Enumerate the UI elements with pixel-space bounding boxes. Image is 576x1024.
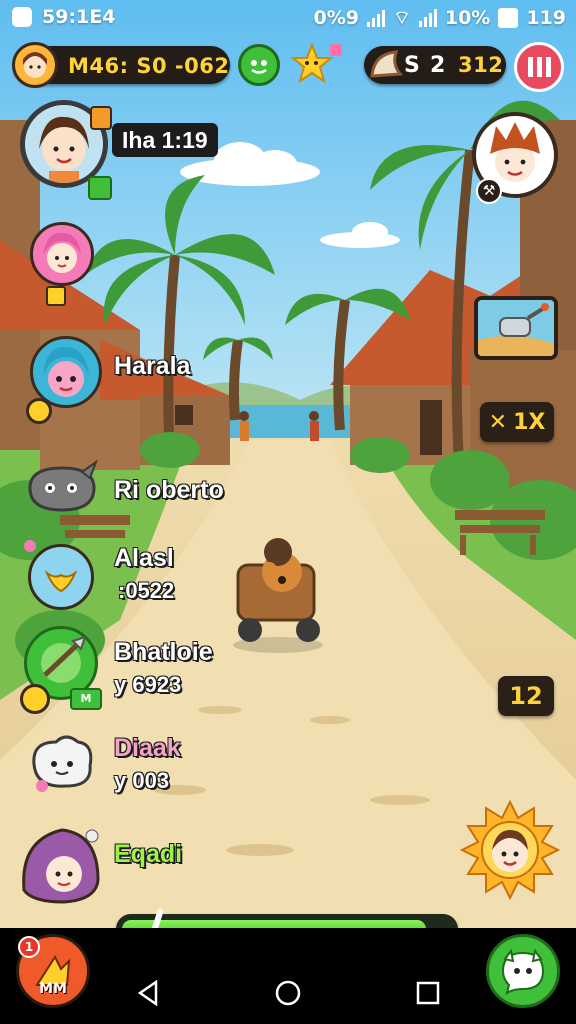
roster-sub-5: y 003	[114, 768, 170, 793]
signal-icon	[366, 9, 385, 27]
roster-count-badge-5: M	[70, 688, 102, 710]
chat-button[interactable]	[486, 934, 560, 1008]
sun-character-button[interactable]	[459, 799, 561, 901]
resource-c: 312	[458, 53, 504, 77]
roster-avatar-1[interactable]	[30, 222, 94, 286]
roster-sub-3: :0522	[118, 578, 175, 603]
left-button-badge: 1	[18, 936, 40, 958]
app-notification-icon	[12, 7, 32, 27]
rival-tools-badge: ⚒	[476, 178, 502, 204]
tool-counter[interactable]: ✕ 1X	[480, 402, 554, 442]
shell-icon	[368, 48, 404, 86]
resource-counter[interactable]: S 2 312	[364, 46, 506, 84]
coin-icon	[20, 684, 50, 714]
resource-b: 2	[430, 53, 446, 78]
coin-amount: M46: S0 -062	[68, 54, 230, 78]
left-button-label: MM	[39, 981, 67, 997]
roster-sub-4: y 6923	[114, 672, 182, 697]
status-bar: 59:1E4 0%9 ⌔ 10% 119	[0, 0, 576, 36]
pause-icon	[527, 57, 551, 77]
coin-icon	[26, 398, 52, 424]
player-name-plate: Iha 1:19	[112, 123, 218, 157]
item-card-spray[interactable]	[474, 296, 558, 360]
roster-name-2: Ri oberto	[114, 476, 225, 505]
battery-icon	[498, 8, 519, 28]
player-badge	[90, 106, 112, 130]
level-value: 12	[509, 682, 543, 710]
tool-count: 1X	[513, 409, 546, 435]
roster-avatar-3[interactable]	[24, 459, 100, 516]
roster-name-6: Eqadi	[113, 840, 183, 869]
nav-back-button[interactable]	[130, 975, 166, 1011]
resource-a: S	[404, 53, 420, 78]
coin-counter[interactable]: M46: S0 -062	[12, 42, 230, 88]
level-badge: 12	[498, 676, 554, 716]
roster-name-3: Alasl	[114, 544, 175, 573]
roster-name-1: Harala	[113, 352, 191, 381]
battery-percent: 10%	[444, 7, 491, 29]
wifi-icon: ⌔	[392, 7, 411, 29]
roster-avatar-7[interactable]	[18, 820, 102, 904]
status-text-3: 119	[526, 7, 566, 29]
star-icon[interactable]	[290, 42, 342, 86]
roster-name-5: Diaak	[114, 734, 182, 763]
status-text-1: 0%9	[313, 7, 359, 29]
pickaxe-icon: ✕	[488, 409, 508, 435]
player-mini-avatar	[12, 42, 58, 88]
emoji-button[interactable]	[238, 44, 280, 86]
nav-home-button[interactable]	[270, 975, 306, 1011]
roster-pin-4	[24, 540, 36, 552]
notification-dot	[330, 44, 342, 56]
roster-avatar-4[interactable]	[28, 544, 94, 610]
roster-badge-1	[46, 286, 66, 306]
left-button-badge-count: 1	[24, 940, 34, 954]
status-time: 59:1E4	[42, 6, 116, 28]
nav-recents-button[interactable]	[410, 975, 446, 1011]
player-name: Iha 1:19	[122, 126, 208, 153]
roster-avatar-6[interactable]	[26, 730, 96, 796]
pause-button[interactable]	[514, 42, 564, 92]
signal-icon	[418, 9, 437, 27]
roster-name-4: Bhatloie	[114, 638, 214, 667]
player-level-badge	[88, 176, 112, 200]
